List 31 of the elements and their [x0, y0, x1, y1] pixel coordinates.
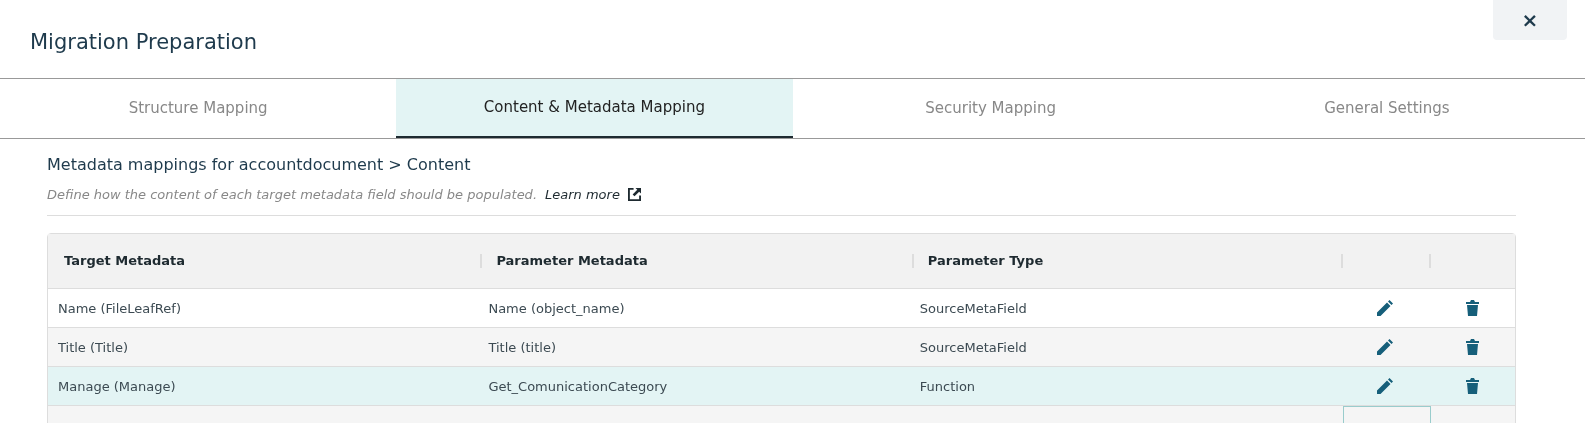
- table-cell: Manage (Manage): [58, 378, 176, 394]
- table-cell: SourceMetaField: [919, 300, 1027, 316]
- trash-icon[interactable]: [1465, 377, 1479, 394]
- trash-icon[interactable]: [1465, 299, 1479, 316]
- focused-cell[interactable]: [1343, 405, 1431, 423]
- table-cell: SourceMetaField: [919, 339, 1027, 355]
- table-row[interactable]: Title (Title) Title (title) SourceMetaField: [48, 327, 1515, 367]
- description-text: Define how the content of each target metadata field should be populated.: [47, 186, 537, 204]
- dialog-title: Migration Preparation: [30, 29, 257, 56]
- close-button[interactable]: ×: [1493, 0, 1567, 40]
- pencil-icon[interactable]: [1377, 299, 1394, 316]
- tab[interactable]: Content & Metadata Mapping: [396, 79, 793, 138]
- table-cell: Name (FileLeafRef): [58, 300, 181, 316]
- pencil-icon[interactable]: [1377, 338, 1394, 355]
- learn-more-link[interactable]: Learn more: [545, 185, 620, 205]
- table-cell: Function: [919, 378, 976, 394]
- tab[interactable]: General Settings: [1188, 79, 1585, 138]
- table-cell: Title (title): [488, 339, 556, 355]
- table-cell: Name (object_name): [488, 300, 625, 316]
- section-heading: Metadata mappings for accountdocument > Content: [47, 154, 472, 176]
- external-link-icon[interactable]: [627, 188, 641, 202]
- table-cell: Get_ComunicationCategory: [488, 378, 668, 394]
- table-cell: Title (Title): [58, 339, 128, 355]
- tab[interactable]: Structure Mapping: [0, 79, 397, 138]
- tab[interactable]: Security Mapping: [792, 79, 1189, 138]
- column-header: Target Metadata: [64, 251, 186, 270]
- table-row[interactable]: Manage (Manage) Get_ComunicationCategory Function: [48, 366, 1515, 406]
- trash-icon[interactable]: [1465, 338, 1479, 355]
- column-header: Parameter Type: [927, 251, 1044, 270]
- column-header: Parameter Metadata: [496, 251, 648, 270]
- pencil-icon[interactable]: [1377, 377, 1394, 394]
